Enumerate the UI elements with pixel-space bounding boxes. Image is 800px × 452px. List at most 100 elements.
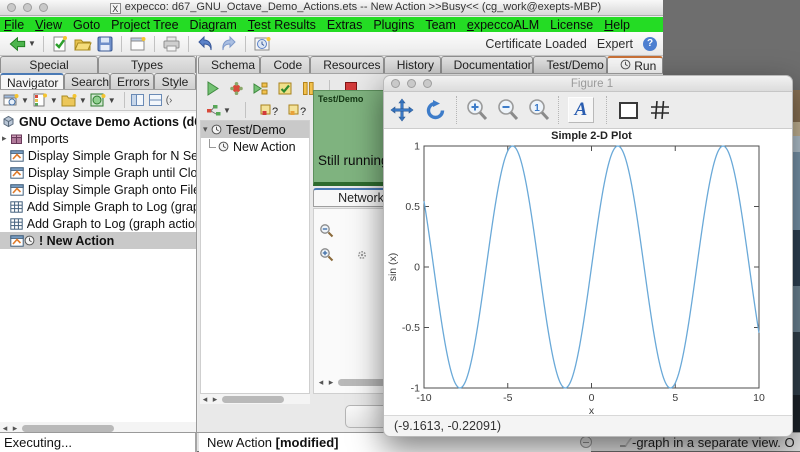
new-window-button[interactable] bbox=[129, 34, 147, 54]
network-nodes-icon bbox=[206, 104, 222, 117]
split-view-button[interactable] bbox=[148, 93, 163, 107]
print-button[interactable] bbox=[162, 34, 181, 54]
close-window-button[interactable] bbox=[7, 3, 16, 12]
execution-status: Executing... bbox=[0, 433, 197, 452]
new-project-button[interactable]: ▼ bbox=[3, 92, 29, 108]
clock-icon bbox=[218, 141, 229, 152]
tree-item[interactable]: Display Simple Graph for N Se bbox=[0, 147, 196, 164]
pan-button[interactable] bbox=[389, 97, 415, 123]
testrun-tree-item[interactable]: ▾Test/Demo bbox=[201, 121, 309, 138]
zoom-out-button[interactable] bbox=[495, 97, 521, 123]
tree-item[interactable]: ▸Imports bbox=[0, 130, 196, 147]
tab-style[interactable]: Style bbox=[154, 73, 196, 89]
new-action-button[interactable]: ▼ bbox=[90, 92, 116, 108]
tab-types[interactable]: Types bbox=[98, 56, 196, 73]
tab-schema[interactable]: Schema bbox=[198, 56, 260, 73]
clock-icon bbox=[211, 124, 222, 135]
menu-expeccoalm[interactable]: expeccoALM bbox=[467, 18, 539, 32]
tab-navigator[interactable]: Navigator bbox=[0, 73, 64, 89]
tree-root-project[interactable]: GNU Octave Demo Actions (d6 bbox=[0, 113, 196, 130]
new-item-button[interactable]: ▼ bbox=[32, 92, 58, 108]
rotate-button[interactable] bbox=[422, 97, 448, 123]
debug-button[interactable] bbox=[229, 81, 244, 96]
new-folder-button[interactable]: ▼ bbox=[61, 92, 87, 108]
menu-plugins[interactable]: Plugins bbox=[373, 18, 414, 32]
save-button[interactable] bbox=[96, 34, 114, 54]
accept-document-button[interactable] bbox=[51, 34, 69, 54]
menu-team[interactable]: Team bbox=[425, 18, 456, 32]
tree-item[interactable]: Add Simple Graph to Log (grap bbox=[0, 198, 196, 215]
undo-button[interactable] bbox=[196, 34, 215, 54]
zoom-out-icon[interactable] bbox=[319, 223, 334, 238]
scroll-left-icon[interactable]: ◂ bbox=[316, 377, 326, 387]
gear-icon[interactable] bbox=[356, 249, 368, 261]
tab-code[interactable]: Code bbox=[260, 56, 310, 73]
tab-special[interactable]: Special bbox=[0, 56, 98, 73]
step-query-button-1[interactable]: ? bbox=[260, 103, 279, 118]
run-play-button[interactable] bbox=[206, 81, 220, 96]
tree-item[interactable]: ! New Action bbox=[0, 232, 196, 249]
step-button[interactable] bbox=[253, 81, 269, 96]
project-cube-icon bbox=[2, 115, 15, 128]
settings-browser-button[interactable] bbox=[253, 34, 272, 54]
chevron-down-icon: ▼ bbox=[28, 39, 36, 48]
grid-toggle-button[interactable] bbox=[647, 97, 673, 123]
redo-arrow-icon bbox=[219, 35, 238, 52]
window-controls bbox=[7, 3, 48, 12]
collapse-panel-button[interactable] bbox=[130, 93, 145, 107]
close-window-button[interactable] bbox=[391, 79, 400, 88]
chevron-down-icon: ▼ bbox=[50, 96, 58, 105]
minimize-window-button[interactable] bbox=[407, 79, 416, 88]
minimize-window-button[interactable] bbox=[23, 3, 32, 12]
help-icon[interactable]: ? bbox=[643, 37, 657, 51]
zoom-in-icon[interactable] bbox=[319, 247, 334, 262]
action-icon bbox=[10, 150, 24, 162]
scroll-right-icon[interactable]: ▸ bbox=[326, 377, 336, 387]
axes-toggle-button[interactable] bbox=[615, 97, 641, 123]
pencil-icon bbox=[620, 438, 632, 447]
expander-icon[interactable]: ▾ bbox=[203, 124, 211, 135]
menu-project-tree[interactable]: Project Tree bbox=[111, 18, 178, 32]
zoom-window-button[interactable] bbox=[423, 79, 432, 88]
connection-selector[interactable]: ▼ bbox=[206, 104, 231, 117]
text-annotation-button[interactable]: A bbox=[568, 97, 594, 123]
menu-file[interactable]: File bbox=[4, 18, 24, 32]
cursor-coordinates: (-9.1613, -0.22091) bbox=[384, 415, 792, 436]
main-toolbar: ▼ Certificate Loaded bbox=[0, 32, 663, 56]
scroll-left-icon[interactable]: ◂ bbox=[200, 394, 210, 404]
certificate-status: Certificate Loaded bbox=[485, 37, 586, 51]
menu-help[interactable]: Help bbox=[604, 18, 630, 32]
testrun-tree-item[interactable]: New Action bbox=[201, 138, 309, 155]
menu-test-results[interactable]: Test Results bbox=[248, 18, 316, 32]
expand-toolbar-button[interactable]: (› bbox=[166, 95, 173, 106]
menu-goto[interactable]: Goto bbox=[73, 18, 100, 32]
scrollbar-thumb[interactable] bbox=[22, 425, 114, 432]
run-with-check-button[interactable] bbox=[278, 81, 293, 96]
menu-extras[interactable]: Extras bbox=[327, 18, 362, 32]
navigator-panel: SpecialTypes NavigatorSearchErrorsStyle … bbox=[0, 56, 197, 432]
svg-text:5: 5 bbox=[672, 392, 678, 404]
tree-item[interactable]: Display Simple Graph onto File bbox=[0, 181, 196, 198]
menu-license[interactable]: License bbox=[550, 18, 593, 32]
tab-search[interactable]: Search bbox=[64, 73, 110, 89]
back-button[interactable]: ▼ bbox=[8, 34, 36, 54]
testrun-tree-hscrollbar[interactable]: ◂ ▸ bbox=[200, 394, 310, 404]
plot-canvas[interactable]: -10-50510-1-0.500.51Simple 2-D Plotxsin … bbox=[384, 129, 792, 415]
figure-titlebar: Figure 1 bbox=[384, 76, 792, 92]
zoom-window-button[interactable] bbox=[39, 3, 48, 12]
tree-item[interactable]: Add Graph to Log (graph action bbox=[0, 215, 196, 232]
expander-icon[interactable]: ▸ bbox=[2, 133, 10, 144]
menu-view[interactable]: View bbox=[35, 18, 62, 32]
tree-item[interactable]: Display Simple Graph until Clo bbox=[0, 164, 196, 181]
zoom-reset-button[interactable]: 1 bbox=[526, 97, 552, 123]
tab-errors[interactable]: Errors bbox=[110, 73, 154, 89]
redo-button[interactable] bbox=[219, 34, 238, 54]
status-indicator-icon bbox=[580, 436, 592, 448]
step-query-button-2[interactable]: ? bbox=[288, 103, 307, 118]
scrollbar-thumb[interactable] bbox=[222, 396, 284, 403]
desktop-wallpaper-sliver bbox=[793, 90, 800, 122]
menu-diagram[interactable]: Diagram bbox=[190, 18, 237, 32]
scroll-right-icon[interactable]: ▸ bbox=[210, 394, 220, 404]
open-project-button[interactable] bbox=[73, 34, 92, 54]
zoom-in-button[interactable] bbox=[464, 97, 490, 123]
